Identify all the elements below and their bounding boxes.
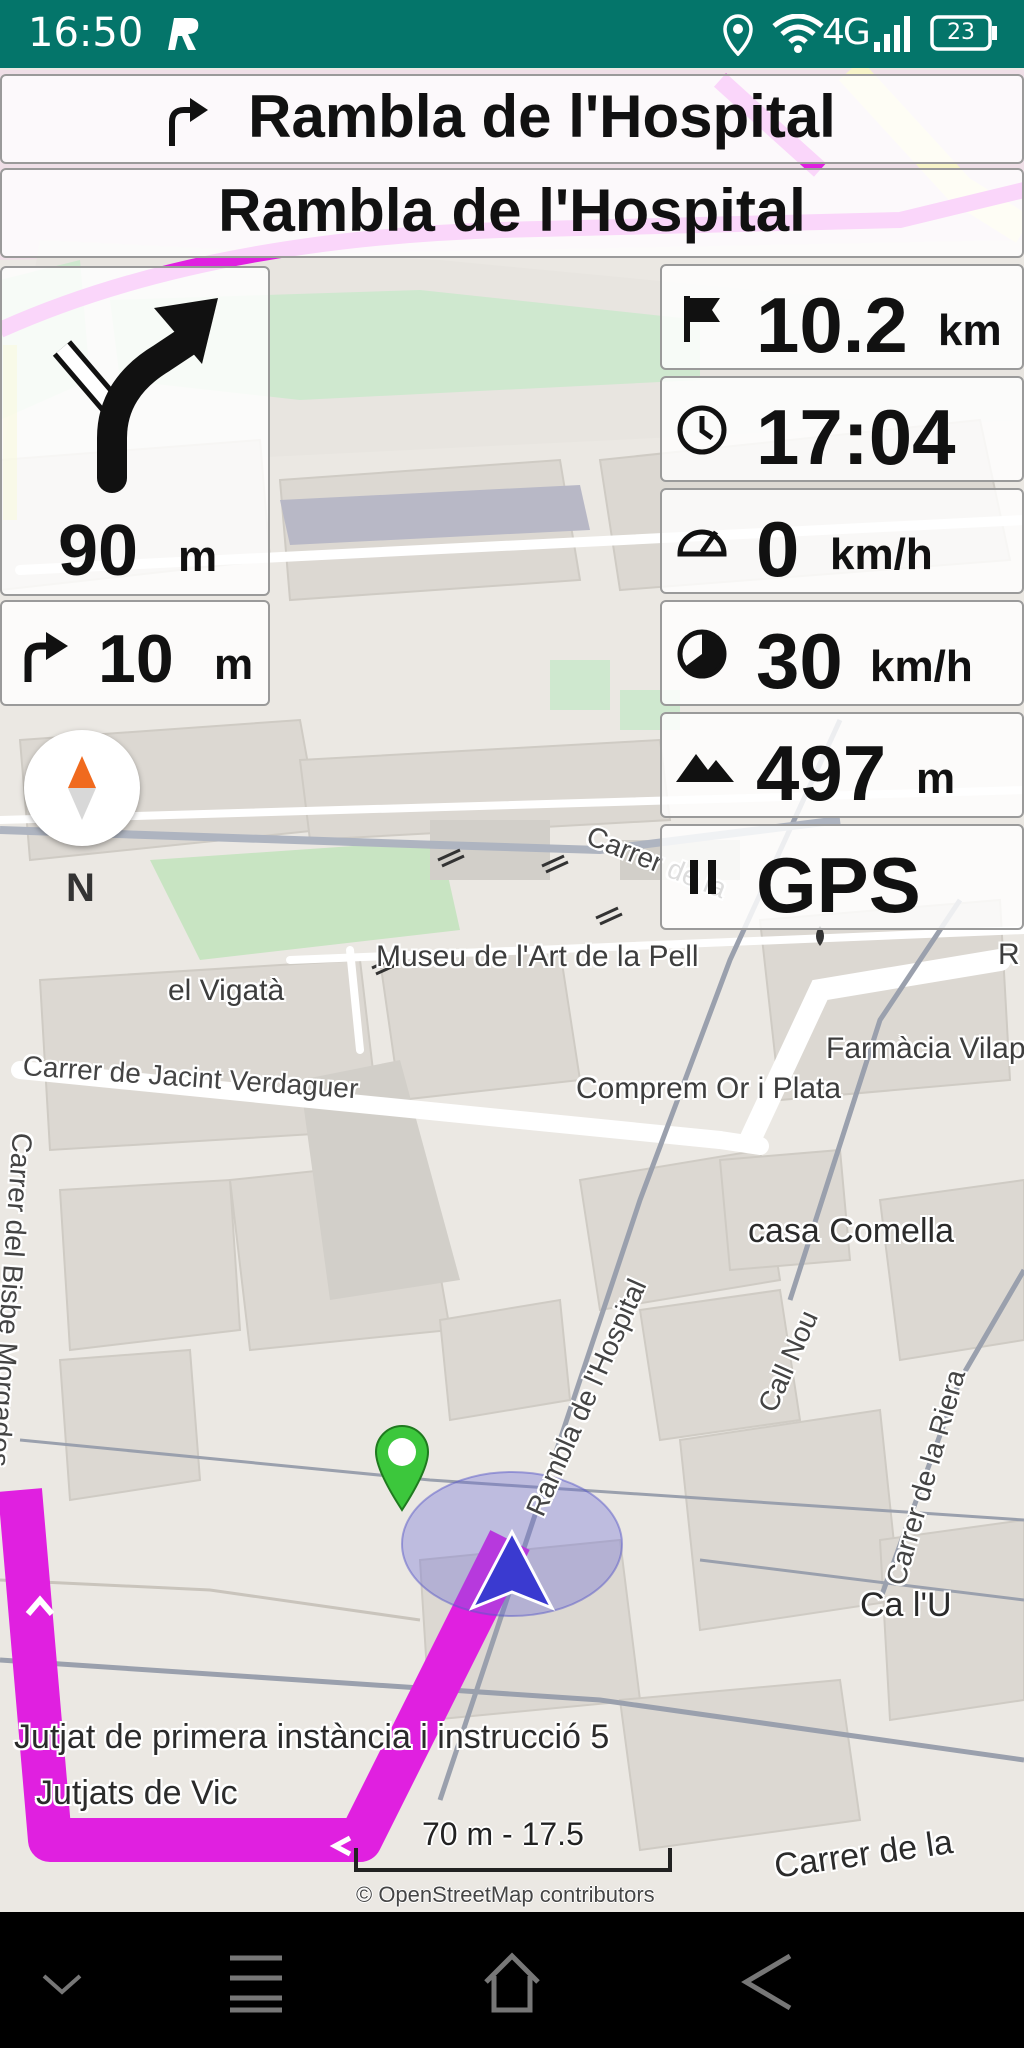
- battery-icon: 23: [930, 14, 998, 52]
- distance-unit: km: [938, 306, 1002, 355]
- speed-unit: km/h: [830, 530, 933, 579]
- distance-widget[interactable]: 10.2 km: [660, 264, 1024, 370]
- altitude-value: 497: [756, 729, 887, 817]
- altitude-unit: m: [916, 754, 956, 803]
- map-label-vigata: el Vigatà: [168, 974, 285, 1007]
- pause-icon: [690, 860, 716, 894]
- then-turn-distance: 10: [98, 621, 174, 697]
- recents-icon[interactable]: [216, 1948, 296, 2018]
- map-label-farmacia: Farmàcia Vilapl: [826, 1032, 1024, 1065]
- map-label-r: R: [998, 938, 1020, 971]
- system-nav-bar: [0, 1912, 1024, 2048]
- compass-needle-icon: [68, 756, 96, 820]
- then-turn-widget[interactable]: 10 m: [0, 600, 270, 706]
- network-type: 4G: [822, 12, 871, 53]
- current-street-widget[interactable]: Rambla de l'Hospital: [0, 74, 1024, 164]
- next-turn-distance: 90: [58, 511, 139, 591]
- distance-value: 10.2: [756, 281, 908, 369]
- wifi-icon: [772, 14, 824, 53]
- altitude-widget[interactable]: 497 m: [660, 712, 1024, 818]
- battery-level: 23: [947, 20, 975, 45]
- app-notification-icon: [168, 18, 199, 50]
- map-scale: 70 m - 17.5: [352, 1816, 672, 1872]
- map-scale-bar: [354, 1848, 672, 1872]
- home-icon[interactable]: [472, 1948, 552, 2018]
- gps-widget[interactable]: GPS: [660, 824, 1024, 930]
- clock-icon: [677, 405, 727, 455]
- speed-widget[interactable]: 0 km/h: [660, 488, 1024, 594]
- speedometer-icon: [677, 529, 727, 557]
- arrival-time: 17:04: [756, 393, 956, 481]
- next-street-widget[interactable]: Rambla de l'Hospital: [0, 168, 1024, 258]
- map-label-jutjat: Jutjat de primera instància i instrucció…: [14, 1718, 610, 1756]
- then-turn-unit: m: [214, 640, 254, 689]
- max-speed-value: 30: [756, 617, 843, 705]
- next-turn-widget[interactable]: 90 m: [0, 266, 270, 596]
- turn-right-arrow-icon: [52, 298, 218, 493]
- max-speed-widget[interactable]: 30 km/h: [660, 600, 1024, 706]
- map-attribution: © OpenStreetMap contributors: [356, 1882, 655, 1907]
- back-icon[interactable]: [728, 1948, 808, 2018]
- status-time: 16:50: [28, 10, 144, 56]
- compass-north-label: N: [66, 866, 95, 910]
- map-label-ca-lu: Ca l'U: [860, 1586, 952, 1624]
- max-speed-unit: km/h: [870, 642, 973, 691]
- average-speed-icon: [677, 629, 727, 679]
- location-icon: [723, 14, 753, 56]
- signal-icon: [874, 16, 910, 52]
- compass-button[interactable]: [24, 730, 140, 846]
- map-label-jutjats-vic: Jutjats de Vic: [36, 1774, 238, 1812]
- next-turn-unit: m: [178, 532, 218, 581]
- map-label-comprem: Comprem Or i Plata: [576, 1072, 842, 1105]
- next-street-name: Rambla de l'Hospital: [218, 177, 806, 244]
- hide-nav-icon[interactable]: [22, 1948, 102, 2018]
- map-label-casa-comella: casa Comella: [748, 1212, 954, 1250]
- speed-value: 0: [756, 505, 800, 593]
- gps-label: GPS: [756, 841, 921, 929]
- flag-icon: [684, 296, 720, 342]
- mountain-icon: [676, 754, 734, 782]
- arrival-time-widget[interactable]: 17:04: [660, 376, 1024, 482]
- current-street-name: Rambla de l'Hospital: [248, 83, 836, 150]
- status-bar: 16:50 4G 23: [0, 0, 1024, 68]
- then-turn-right-icon: [24, 632, 68, 682]
- map-label-museu: Museu de l'Art de la Pell: [376, 940, 699, 973]
